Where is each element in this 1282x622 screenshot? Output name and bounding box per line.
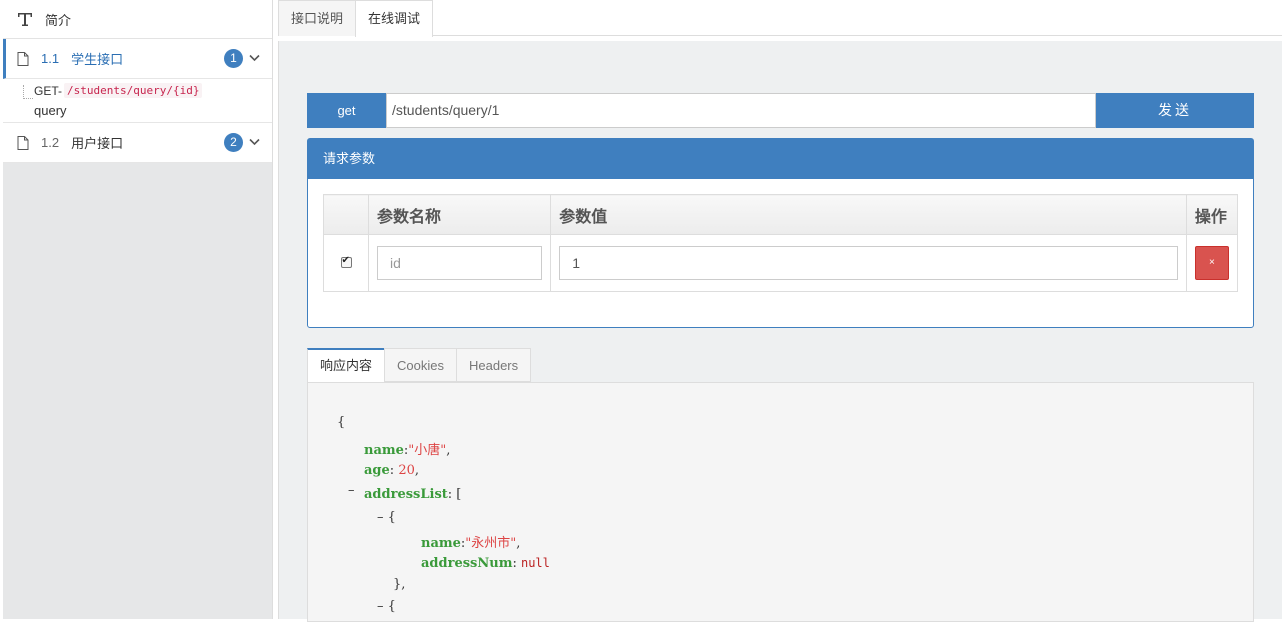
json-number: 20 [398, 463, 415, 478]
top-tabs: 接口说明 在线调试 [278, 0, 1282, 37]
file-icon [17, 135, 29, 150]
params-panel: 请求参数 参数名称 参数值 操作 id 1 × [307, 138, 1254, 328]
params-table: 参数名称 参数值 操作 id 1 × [322, 194, 1239, 292]
collapse-toggle[interactable]: – [348, 483, 355, 498]
sidebar-item-students[interactable]: 1.1 学生接口 1 [3, 39, 272, 79]
json-colon: : [447, 487, 453, 502]
send-button[interactable]: 发送 [1096, 93, 1254, 128]
sidebar-subitem-query[interactable]: GET- /students/query/{id} query [3, 79, 272, 123]
method-label: get [307, 93, 386, 128]
json-line-addr-num: addressNum: null [421, 556, 550, 571]
tree-line [23, 85, 33, 99]
json-colon: : [512, 556, 517, 571]
json-key: name [421, 536, 461, 551]
sidebar-item-label: 学生接口 [71, 52, 124, 67]
collapse-toggle[interactable]: – { [377, 599, 396, 614]
tab-response-body[interactable]: 响应内容 [307, 348, 386, 383]
delete-param-button[interactable]: × [1194, 246, 1229, 280]
json-comma: , [414, 463, 420, 478]
debug-content: get /students/query/1 发送 请求参数 参数名称 参数值 操… [278, 41, 1282, 622]
param-name-input[interactable]: id [377, 246, 543, 280]
json-string: "小唐" [408, 443, 447, 458]
request-bar: get /students/query/1 发送 [307, 93, 1254, 128]
json-open-brace: { [337, 415, 346, 430]
tab-api-doc[interactable]: 接口说明 [278, 0, 357, 36]
text-icon [18, 13, 32, 26]
intro-label: 简介 [45, 12, 72, 28]
sidebar-item-label: 用户接口 [71, 136, 124, 151]
sidebar-item-users[interactable]: 1.2 用户接口 2 [3, 123, 272, 163]
json-comma: , [446, 443, 451, 458]
subitem-path: /students/query/{id} [64, 83, 203, 98]
sidebar: 简介 1.1 学生接口 1 GET- /students/query/{id} … [3, 0, 273, 619]
main-area: 接口说明 在线调试 get /students/query/1 发送 请求参数 … [278, 0, 1282, 622]
count-badge: 2 [224, 133, 243, 152]
json-line-name: name:"小唐", [364, 439, 450, 458]
count-badge: 1 [224, 49, 243, 68]
json-key: addressNum [421, 556, 513, 571]
json-colon: : [389, 463, 395, 478]
tab-online-debug[interactable]: 在线调试 [355, 0, 434, 37]
url-input[interactable]: /students/query/1 [386, 93, 1096, 128]
json-line-addresslist: addressList: [ [364, 487, 461, 502]
tab-headers[interactable]: Headers [455, 348, 532, 382]
table-row: id 1 × [322, 234, 1239, 292]
params-panel-title: 请求参数 [308, 139, 1253, 179]
tab-cookies[interactable]: Cookies [384, 348, 457, 382]
json-key: name [364, 443, 404, 458]
chevron-down-icon[interactable] [249, 52, 260, 63]
json-key: addressList [364, 487, 448, 502]
json-line-addr-name: name:"永州市", [421, 532, 520, 551]
json-null: null [520, 556, 550, 570]
subitem-summary: query [34, 103, 67, 118]
json-key: age [364, 463, 390, 478]
param-value-input[interactable]: 1 [559, 246, 1178, 280]
col-header-action: 操作 [1185, 194, 1239, 235]
json-string: "永州市" [465, 536, 517, 551]
response-tabs: 响应内容 Cookies Headers [307, 348, 532, 383]
response-body: { name:"小唐", age: 20, – addressList: [ –… [307, 382, 1254, 622]
json-close-item: }, [393, 577, 406, 592]
col-header-check [322, 194, 370, 235]
sidebar-item-number: 1.1 [41, 51, 60, 66]
json-comma: , [516, 536, 521, 551]
col-header-name: 参数名称 [368, 194, 552, 235]
param-checkbox[interactable] [340, 255, 352, 268]
json-open-bracket: [ [456, 487, 462, 502]
col-header-value: 参数值 [550, 194, 1187, 235]
collapse-toggle[interactable]: – { [377, 510, 396, 525]
chevron-down-icon[interactable] [249, 136, 260, 147]
sidebar-intro[interactable]: 简介 [3, 0, 272, 39]
sidebar-item-number: 1.2 [41, 135, 60, 150]
subitem-method: GET- [34, 84, 63, 98]
file-icon [17, 51, 29, 66]
json-line-age: age: 20, [364, 463, 419, 478]
